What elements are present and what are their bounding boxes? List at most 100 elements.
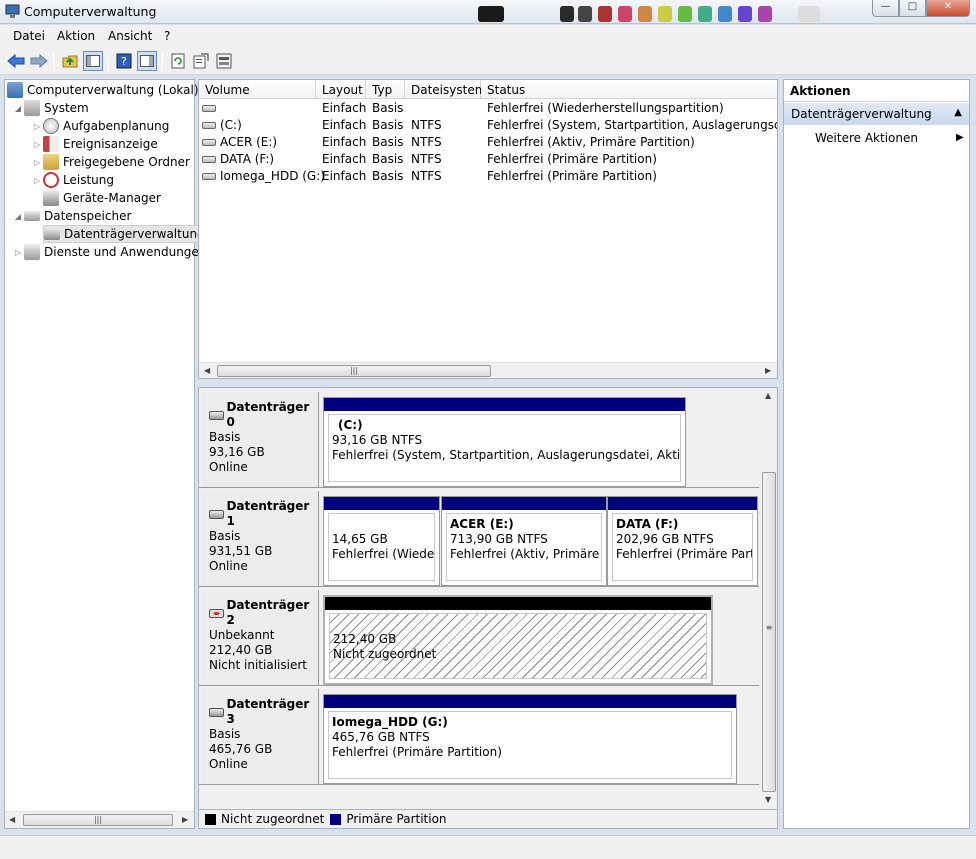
scroll-right-icon[interactable]: ▶ xyxy=(765,366,771,375)
collapsed-arrow-icon[interactable]: ▷ xyxy=(31,158,43,167)
cell-volume-text: (C:) xyxy=(220,118,242,132)
partition-iomega[interactable]: Iomega_HDD (G:) 465,76 GB NTFS Fehlerfre… xyxy=(323,694,737,784)
disk-name: Datenträger 2 xyxy=(226,598,310,627)
actions-section-datentraegerverwaltung[interactable]: Datenträgerverwaltung ▲ xyxy=(784,103,969,125)
minimize-button[interactable]: — xyxy=(872,0,899,17)
disk-label[interactable]: Datenträger 1 Basis 931,51 GB Online xyxy=(201,491,319,586)
tree-horizontal-scrollbar[interactable]: ◀ ||| ▶ xyxy=(5,811,194,828)
background-artifact xyxy=(478,6,504,22)
help-icon[interactable]: ? xyxy=(114,51,134,71)
list-horizontal-scrollbar[interactable]: ◀ ||| ▶ xyxy=(199,362,777,378)
partition-bar xyxy=(324,497,439,510)
cell-layout: Einfach xyxy=(322,152,367,166)
expanded-arrow-icon[interactable]: ◢ xyxy=(12,104,24,113)
tree-node-geraete-manager[interactable]: Geräte-Manager xyxy=(43,189,161,207)
background-artifact xyxy=(658,6,672,22)
disk-properties-icon[interactable] xyxy=(214,51,234,71)
background-artifact xyxy=(560,6,574,22)
hard-disk-warning-icon xyxy=(209,608,225,618)
menu-help[interactable]: ? xyxy=(164,29,170,43)
drive-icon xyxy=(202,173,216,180)
column-header-status[interactable]: Status xyxy=(481,80,777,99)
submenu-arrow-icon[interactable]: ▶ xyxy=(956,132,964,143)
tree-node-freigegebene-ordner[interactable]: ▷ Freigegebene Ordner xyxy=(31,153,190,171)
cell-typ: Basis xyxy=(372,101,404,115)
partition-unallocated[interactable]: 212,40 GB Nicht zugeordnet xyxy=(323,595,713,685)
column-header-dateisystem[interactable]: Dateisystem xyxy=(405,80,486,99)
disk-label[interactable]: Datenträger 0 Basis 93,16 GB Online xyxy=(201,392,319,487)
show-console-tree-icon[interactable] xyxy=(83,51,103,71)
drive-icon xyxy=(202,156,216,163)
tree-node-ereignisanzeige[interactable]: ▷ Ereignisanzeige xyxy=(31,135,158,153)
collapsed-arrow-icon[interactable]: ▷ xyxy=(31,140,43,149)
partition-recovery[interactable]: 14,65 GB Fehlerfrei (Wiederhe xyxy=(323,496,440,586)
tree-node-aufgabenplanung[interactable]: ▷ Aufgabenplanung xyxy=(31,117,169,135)
column-header-layout[interactable]: Layout xyxy=(316,80,366,99)
menu-aktion[interactable]: Aktion xyxy=(57,29,95,43)
scroll-down-icon[interactable]: ▼ xyxy=(765,795,771,804)
action-weitere-aktionen[interactable]: Weitere Aktionen xyxy=(815,131,918,145)
collapsed-arrow-icon[interactable]: ▷ xyxy=(12,248,24,257)
background-artifact xyxy=(578,6,592,22)
tree-node-dienste[interactable]: ▷ Dienste und Anwendungen xyxy=(12,243,206,261)
scroll-thumb[interactable]: ≡ xyxy=(762,472,776,792)
close-button[interactable]: ✕ xyxy=(926,0,970,17)
collapse-icon[interactable]: ▲ xyxy=(954,107,962,118)
background-artifact xyxy=(798,6,820,22)
disk-type: Unbekannt xyxy=(209,628,275,642)
cell-status: Fehlerfrei (System, Startpartition, Ausl… xyxy=(487,118,777,132)
back-icon[interactable] xyxy=(6,51,26,71)
cell-status: Fehlerfrei (Primäre Partition) xyxy=(487,169,657,183)
partition-size: 713,90 GB NTFS xyxy=(450,532,548,546)
menu-ansicht[interactable]: Ansicht xyxy=(108,29,152,43)
disk-row-1: Datenträger 1 Basis 931,51 GB Online 14,… xyxy=(199,491,759,587)
tree-node-leistung[interactable]: ▷ Leistung xyxy=(31,171,114,189)
partition-status: Fehlerfrei (Aktiv, Primäre Par xyxy=(450,547,601,561)
partition-name: (C:) xyxy=(338,418,363,432)
expanded-arrow-icon[interactable]: ◢ xyxy=(12,212,24,221)
column-header-volume[interactable]: Volume xyxy=(199,80,316,99)
cell-typ: Basis xyxy=(372,169,404,183)
column-header-typ[interactable]: Typ xyxy=(366,80,405,99)
partition-status: Nicht zugeordnet xyxy=(333,647,437,661)
collapsed-arrow-icon[interactable]: ▷ xyxy=(31,122,43,131)
clock-icon xyxy=(43,118,59,134)
partition-size: 202,96 GB NTFS xyxy=(616,532,714,546)
forward-icon[interactable] xyxy=(29,51,49,71)
legend: Nicht zugeordnet Primäre Partition xyxy=(198,810,778,829)
properties-icon[interactable] xyxy=(191,51,211,71)
refresh-icon[interactable] xyxy=(168,51,188,71)
cell-volume xyxy=(202,101,220,115)
scroll-thumb[interactable]: ||| xyxy=(23,814,173,826)
disk-label[interactable]: Datenträger 2 Unbekannt 212,40 GB Nicht … xyxy=(201,590,319,685)
partition-data[interactable]: DATA (F:) 202,96 GB NTFS Fehlerfrei (Pri… xyxy=(607,496,758,586)
cell-typ: Basis xyxy=(372,118,404,132)
scroll-up-icon[interactable]: ▲ xyxy=(765,391,771,400)
collapsed-arrow-icon[interactable]: ▷ xyxy=(31,176,43,185)
disk-name: Datenträger 1 xyxy=(226,499,310,528)
cell-fs: NTFS xyxy=(411,169,442,183)
partition-acer[interactable]: ACER (E:) 713,90 GB NTFS Fehlerfrei (Akt… xyxy=(441,496,607,586)
disk-label[interactable]: Datenträger 3 Basis 465,76 GB Online xyxy=(201,689,319,784)
tree-node-datenspeicher[interactable]: ◢ Datenspeicher xyxy=(12,207,131,225)
show-action-pane-icon[interactable] xyxy=(137,51,157,71)
scroll-left-icon[interactable]: ◀ xyxy=(204,366,210,375)
tree-node-datentraegerverwaltung[interactable]: Datenträgerverwaltung xyxy=(43,225,208,243)
menu-datei[interactable]: Datei xyxy=(13,29,45,43)
disk-vertical-scrollbar[interactable]: ▲ ≡ ▼ xyxy=(761,388,777,809)
maximize-button[interactable]: □ xyxy=(899,0,926,17)
scroll-left-icon[interactable]: ◀ xyxy=(9,815,15,824)
legend-primary-label: Primäre Partition xyxy=(346,812,447,826)
scroll-right-icon[interactable]: ▶ xyxy=(182,815,188,824)
scroll-thumb[interactable]: ||| xyxy=(217,365,491,377)
device-manager-icon xyxy=(43,190,59,206)
cell-volume: (C:) xyxy=(202,118,242,132)
tree-node-root[interactable]: Computerverwaltung (Lokal) xyxy=(7,81,199,99)
background-artifact xyxy=(738,6,752,22)
svg-text:?: ? xyxy=(121,55,127,68)
partition-info: ACER (E:) 713,90 GB NTFS Fehlerfrei (Akt… xyxy=(446,513,602,581)
up-folder-icon[interactable] xyxy=(60,51,80,71)
partition-c[interactable]: (C:) 93,16 GB NTFS Fehlerfrei (System, S… xyxy=(323,397,686,487)
tree-node-system[interactable]: ◢ System xyxy=(12,99,89,117)
partition-info: Iomega_HDD (G:) 465,76 GB NTFS Fehlerfre… xyxy=(328,711,732,779)
